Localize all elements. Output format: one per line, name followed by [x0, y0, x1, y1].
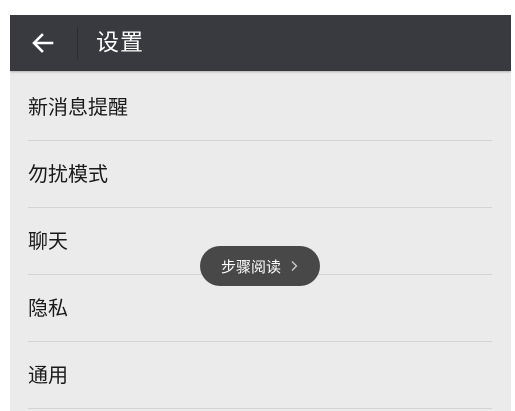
settings-item-label: 聊天 [28, 229, 68, 253]
step-reading-label: 步骤阅读 [220, 257, 281, 276]
settings-item-label: 勿扰模式 [28, 162, 108, 186]
settings-item-label: 新消息提醒 [28, 95, 128, 119]
settings-list: 新消息提醒 勿扰模式 聊天 隐私 通用 [10, 74, 511, 409]
arrow-left-icon [32, 33, 54, 53]
back-button[interactable] [20, 23, 66, 63]
header-divider [77, 27, 78, 59]
top-bar: 设置 [10, 15, 511, 71]
settings-item-new-message-alert[interactable]: 新消息提醒 [10, 74, 511, 141]
settings-item-label: 隐私 [28, 296, 68, 320]
settings-item-label: 通用 [28, 363, 68, 387]
divider [28, 408, 492, 409]
app-screen: 设置 新消息提醒 勿扰模式 聊天 隐私 通用 [10, 15, 511, 411]
settings-item-do-not-disturb[interactable]: 勿扰模式 [10, 141, 511, 208]
settings-item-general[interactable]: 通用 [10, 342, 511, 409]
page-title: 设置 [96, 30, 144, 56]
step-reading-button[interactable]: 步骤阅读 [200, 246, 320, 286]
chevron-right-icon [291, 261, 298, 271]
